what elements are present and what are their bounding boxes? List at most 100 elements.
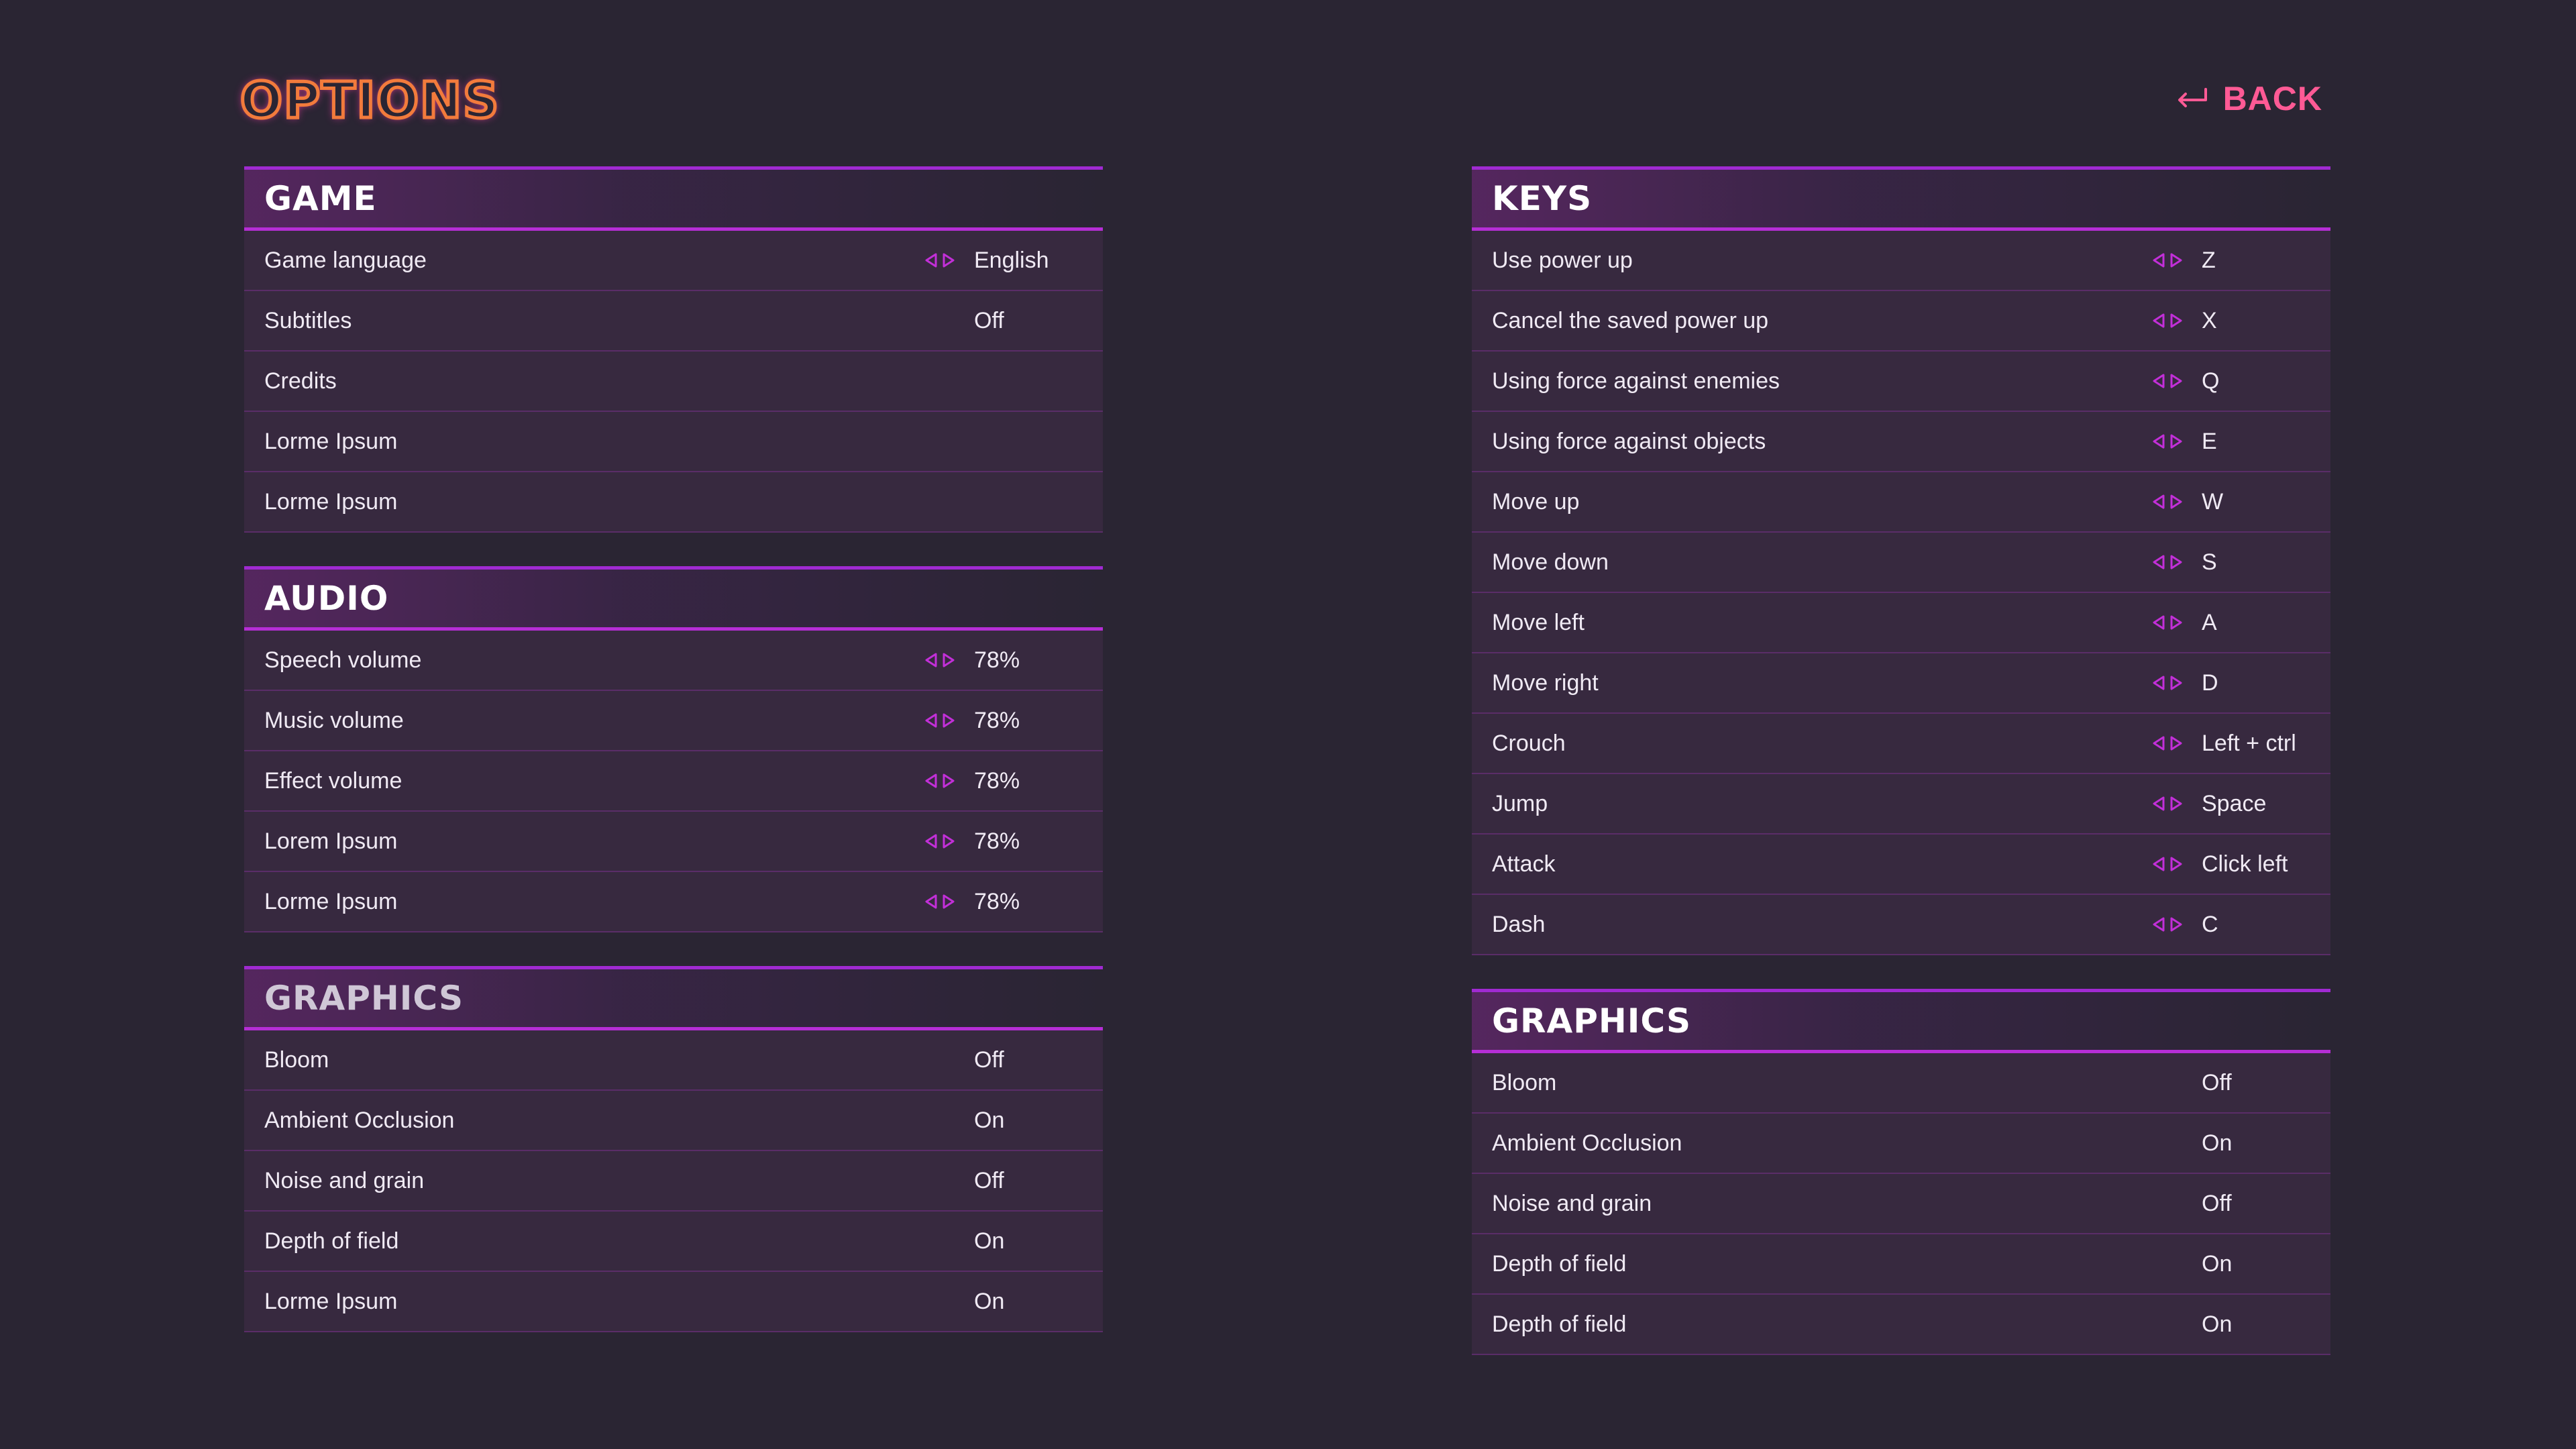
- setting-row[interactable]: Lorme Ipsum On: [244, 1272, 1103, 1332]
- setting-row[interactable]: Subtitles Off: [244, 291, 1103, 352]
- arrow-left-icon[interactable]: [2152, 434, 2165, 449]
- setting-row[interactable]: Use power up Z: [1472, 231, 2330, 291]
- arrow-right-icon[interactable]: [2169, 796, 2183, 811]
- value-selector-arrows[interactable]: [2152, 796, 2183, 811]
- arrow-left-icon[interactable]: [2152, 615, 2165, 630]
- setting-row[interactable]: Credits: [244, 352, 1103, 412]
- value-selector-arrows[interactable]: [2152, 253, 2183, 268]
- arrow-right-icon[interactable]: [2169, 555, 2183, 570]
- setting-row[interactable]: Using force against enemies Q: [1472, 352, 2330, 412]
- setting-row[interactable]: Lorem Ipsum 78%: [244, 812, 1103, 872]
- setting-row[interactable]: Noise and grain Off: [1472, 1174, 2330, 1234]
- value-selector-arrows[interactable]: [924, 894, 955, 909]
- value-selector-arrows[interactable]: [924, 834, 955, 849]
- setting-row[interactable]: Bloom Off: [244, 1030, 1103, 1091]
- arrow-left-icon[interactable]: [924, 653, 938, 667]
- arrow-right-icon[interactable]: [2169, 615, 2183, 630]
- setting-value: Off: [974, 1167, 1004, 1193]
- arrow-left-icon[interactable]: [924, 713, 938, 728]
- setting-row[interactable]: Lorme Ipsum 78%: [244, 872, 1103, 932]
- arrow-right-icon[interactable]: [942, 713, 955, 728]
- value-selector-arrows[interactable]: [2152, 917, 2183, 932]
- arrow-left-icon[interactable]: [2152, 736, 2165, 751]
- value-selector-arrows[interactable]: [924, 653, 955, 667]
- setting-row[interactable]: Cancel the saved power up X: [1472, 291, 2330, 352]
- arrow-right-icon[interactable]: [2169, 313, 2183, 328]
- value-selector-arrows[interactable]: [924, 713, 955, 728]
- setting-row[interactable]: Move left A: [1472, 593, 2330, 653]
- arrow-right-icon[interactable]: [2169, 736, 2183, 751]
- setting-row[interactable]: Lorme Ipsum: [244, 472, 1103, 533]
- value-selector-arrows[interactable]: [2152, 676, 2183, 690]
- value-selector-arrows[interactable]: [2152, 615, 2183, 630]
- arrow-left-icon[interactable]: [2152, 917, 2165, 932]
- graphics-panel-right-title: GRAPHICS: [1492, 1002, 1691, 1040]
- arrow-right-icon[interactable]: [2169, 676, 2183, 690]
- setting-row[interactable]: Bloom Off: [1472, 1053, 2330, 1114]
- arrow-left-icon[interactable]: [2152, 796, 2165, 811]
- value-selector-arrows[interactable]: [2152, 313, 2183, 328]
- setting-label: Noise and grain: [1492, 1190, 1652, 1216]
- setting-row[interactable]: Crouch Left + ctrl: [1472, 714, 2330, 774]
- setting-row[interactable]: Music volume 78%: [244, 691, 1103, 751]
- value-selector-arrows[interactable]: [924, 253, 955, 268]
- setting-label: Lorme Ipsum: [264, 488, 398, 515]
- value-selector-arrows[interactable]: [2152, 555, 2183, 570]
- setting-row[interactable]: Depth of field On: [1472, 1295, 2330, 1355]
- arrow-right-icon[interactable]: [2169, 857, 2183, 871]
- setting-row[interactable]: Depth of field On: [244, 1212, 1103, 1272]
- arrow-right-icon[interactable]: [942, 653, 955, 667]
- arrow-left-icon[interactable]: [2152, 253, 2165, 268]
- setting-label: Lorem Ipsum: [264, 828, 398, 854]
- arrow-left-icon[interactable]: [2152, 374, 2165, 388]
- arrow-left-icon[interactable]: [924, 253, 938, 268]
- keys-panel-title: KEYS: [1492, 179, 1593, 218]
- arrow-right-icon[interactable]: [2169, 253, 2183, 268]
- value-selector-arrows[interactable]: [2152, 374, 2183, 388]
- setting-row[interactable]: Game language English: [244, 231, 1103, 291]
- setting-row[interactable]: Move down S: [1472, 533, 2330, 593]
- keys-panel: KEYS Use power up Z Cancel the saved power…: [1472, 166, 2330, 955]
- arrow-right-icon[interactable]: [2169, 374, 2183, 388]
- arrow-left-icon[interactable]: [924, 834, 938, 849]
- arrow-right-icon[interactable]: [942, 773, 955, 788]
- arrow-right-icon[interactable]: [2169, 494, 2183, 509]
- arrow-right-icon[interactable]: [942, 834, 955, 849]
- back-button[interactable]: BACK: [2174, 79, 2322, 118]
- setting-label: Bloom: [264, 1046, 329, 1073]
- setting-row[interactable]: Effect volume 78%: [244, 751, 1103, 812]
- value-selector-arrows[interactable]: [924, 773, 955, 788]
- setting-row[interactable]: Speech volume 78%: [244, 631, 1103, 691]
- setting-row[interactable]: Attack Click left: [1472, 835, 2330, 895]
- arrow-right-icon[interactable]: [942, 253, 955, 268]
- arrow-left-icon[interactable]: [2152, 857, 2165, 871]
- value-selector-arrows[interactable]: [2152, 494, 2183, 509]
- arrow-right-icon[interactable]: [2169, 434, 2183, 449]
- setting-value: On: [2202, 1130, 2233, 1156]
- setting-row[interactable]: Ambient Occlusion On: [244, 1091, 1103, 1151]
- arrow-right-icon[interactable]: [2169, 917, 2183, 932]
- setting-label: Crouch: [1492, 730, 1566, 756]
- arrow-left-icon[interactable]: [924, 773, 938, 788]
- arrow-right-icon[interactable]: [942, 894, 955, 909]
- setting-row[interactable]: Move right D: [1472, 653, 2330, 714]
- arrow-left-icon[interactable]: [2152, 313, 2165, 328]
- setting-label: Using force against objects: [1492, 428, 1766, 454]
- arrow-left-icon[interactable]: [2152, 494, 2165, 509]
- keys-panel-header: KEYS: [1472, 166, 2330, 231]
- setting-row[interactable]: Noise and grain Off: [244, 1151, 1103, 1212]
- value-selector-arrows[interactable]: [2152, 434, 2183, 449]
- setting-row[interactable]: Dash C: [1472, 895, 2330, 955]
- arrow-left-icon[interactable]: [924, 894, 938, 909]
- setting-row[interactable]: Using force against objects E: [1472, 412, 2330, 472]
- arrow-left-icon[interactable]: [2152, 676, 2165, 690]
- value-selector-arrows[interactable]: [2152, 857, 2183, 871]
- setting-row[interactable]: Ambient Occlusion On: [1472, 1114, 2330, 1174]
- setting-row[interactable]: Lorme Ipsum: [244, 412, 1103, 472]
- setting-row[interactable]: Depth of field On: [1472, 1234, 2330, 1295]
- arrow-left-icon[interactable]: [2152, 555, 2165, 570]
- keys-rows: Use power up Z Cancel the saved power up X U…: [1472, 231, 2330, 955]
- setting-row[interactable]: Move up W: [1472, 472, 2330, 533]
- value-selector-arrows[interactable]: [2152, 736, 2183, 751]
- setting-row[interactable]: Jump Space: [1472, 774, 2330, 835]
